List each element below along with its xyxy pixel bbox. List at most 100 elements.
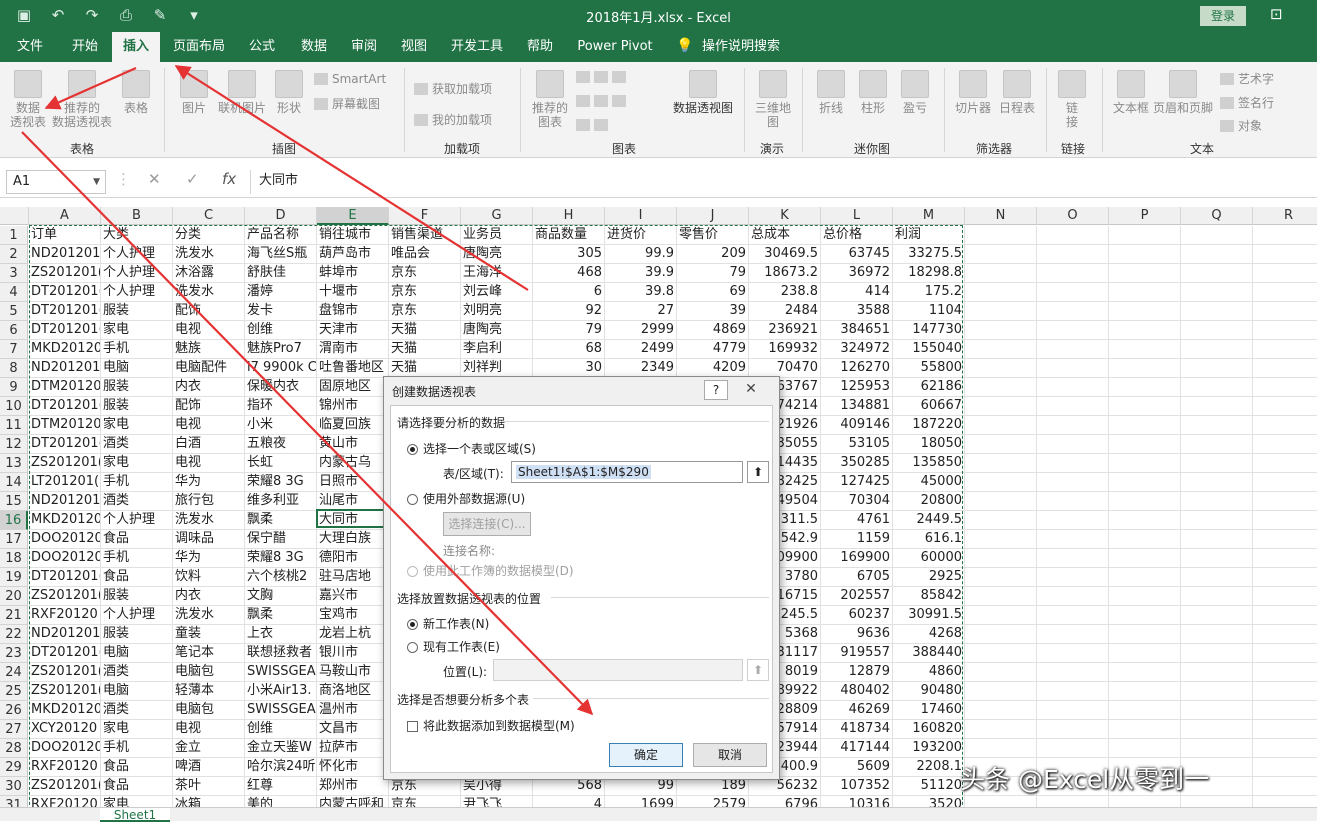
cell[interactable]: 2925 <box>893 568 965 587</box>
cell[interactable]: 电脑 <box>101 644 173 663</box>
cell[interactable]: 127425 <box>821 473 893 492</box>
cell[interactable]: 6705 <box>821 568 893 587</box>
cell[interactable] <box>1253 663 1317 682</box>
cell[interactable] <box>1109 644 1181 663</box>
cell[interactable] <box>1109 435 1181 454</box>
column-header-r[interactable]: R <box>1253 207 1317 225</box>
cell[interactable] <box>965 549 1037 568</box>
cell[interactable]: 海飞丝S瓶 <box>245 245 317 264</box>
range-collapse-button[interactable]: ⬆ <box>747 461 769 483</box>
cell[interactable]: 马鞍山市 <box>317 663 389 682</box>
cell[interactable]: 6 <box>533 283 605 302</box>
cell[interactable] <box>1253 739 1317 758</box>
cell[interactable] <box>965 340 1037 359</box>
cell[interactable]: 468 <box>533 264 605 283</box>
tell-me-search[interactable]: 操作说明搜索 <box>696 32 786 62</box>
cell[interactable]: 30469.5 <box>749 245 821 264</box>
cell[interactable]: 60667 <box>893 397 965 416</box>
cell[interactable] <box>1109 359 1181 378</box>
cell[interactable] <box>1037 416 1109 435</box>
cell[interactable]: 食品 <box>101 568 173 587</box>
cancel-entry-icon[interactable]: ✕ <box>148 170 161 188</box>
cell[interactable]: 临夏回族 <box>317 416 389 435</box>
row-header[interactable]: 3 <box>0 264 28 283</box>
column-header-q[interactable]: Q <box>1181 207 1253 225</box>
cell[interactable]: 5609 <box>821 758 893 777</box>
cell[interactable]: 125953 <box>821 378 893 397</box>
cell[interactable]: RXF20120 <box>29 758 101 777</box>
cell[interactable]: 大同市 <box>317 511 389 530</box>
column-header-g[interactable]: G <box>461 207 533 225</box>
cell[interactable]: ZS201201( <box>29 777 101 796</box>
cell[interactable] <box>1037 530 1109 549</box>
cell[interactable] <box>1109 720 1181 739</box>
picture-button[interactable]: 图片 <box>176 70 212 115</box>
cell[interactable] <box>1181 245 1253 264</box>
cell[interactable]: 服装 <box>101 625 173 644</box>
cell[interactable] <box>965 416 1037 435</box>
cell[interactable]: 个人护理 <box>101 283 173 302</box>
3d-map-button[interactable]: 三维地 图 <box>752 70 794 129</box>
cell[interactable] <box>965 739 1037 758</box>
cell[interactable]: 拉萨市 <box>317 739 389 758</box>
cell[interactable]: 德阳市 <box>317 549 389 568</box>
cell[interactable]: 服装 <box>101 587 173 606</box>
cell[interactable]: 订单 <box>29 226 101 245</box>
smartart-button[interactable]: SmartArt <box>314 72 386 86</box>
insert-function-icon[interactable]: fx <box>222 170 236 188</box>
cell[interactable]: 葫芦岛市 <box>317 245 389 264</box>
cell[interactable] <box>1181 283 1253 302</box>
cell[interactable]: DT201201( <box>29 435 101 454</box>
object-button[interactable]: 对象 <box>1220 117 1262 134</box>
row-header[interactable]: 5 <box>0 302 28 321</box>
cell[interactable]: DTM20120 <box>29 416 101 435</box>
cell[interactable]: i7 9900k C <box>245 359 317 378</box>
cell[interactable]: 唯品会 <box>389 245 461 264</box>
cell[interactable] <box>965 530 1037 549</box>
column-header-h[interactable]: H <box>533 207 605 225</box>
cell[interactable]: 吐鲁番地区 <box>317 359 389 378</box>
cell[interactable]: 宝鸡市 <box>317 606 389 625</box>
column-header-p[interactable]: P <box>1109 207 1181 225</box>
cell[interactable] <box>1037 397 1109 416</box>
cell[interactable]: 2449.5 <box>893 511 965 530</box>
cell[interactable] <box>1109 340 1181 359</box>
cell[interactable] <box>1109 397 1181 416</box>
pivot-chart-button[interactable]: 数据透视图 <box>672 70 734 115</box>
cell[interactable]: 160820 <box>893 720 965 739</box>
cell[interactable]: 39.8 <box>605 283 677 302</box>
cell[interactable] <box>965 606 1037 625</box>
cell[interactable]: 个人护理 <box>101 606 173 625</box>
cell[interactable]: 4761 <box>821 511 893 530</box>
cell[interactable]: 配饰 <box>173 397 245 416</box>
cell[interactable]: 电视 <box>173 416 245 435</box>
cell[interactable] <box>1181 701 1253 720</box>
tab-file[interactable]: 文件 <box>8 32 52 62</box>
cell[interactable] <box>965 587 1037 606</box>
row-header[interactable]: 15 <box>0 492 28 511</box>
cell[interactable]: 4779 <box>677 340 749 359</box>
cell[interactable]: 进货价 <box>605 226 677 245</box>
cell[interactable] <box>1253 416 1317 435</box>
cell[interactable] <box>1253 606 1317 625</box>
cell[interactable]: DT201201( <box>29 321 101 340</box>
cell[interactable] <box>1037 454 1109 473</box>
cell[interactable]: 169932 <box>749 340 821 359</box>
cell[interactable] <box>1181 720 1253 739</box>
cell[interactable]: 酒类 <box>101 492 173 511</box>
cell[interactable]: 62186 <box>893 378 965 397</box>
cell[interactable]: 酒类 <box>101 701 173 720</box>
cell[interactable]: 天猫 <box>389 340 461 359</box>
cell[interactable]: 90480 <box>893 682 965 701</box>
cell[interactable] <box>1253 720 1317 739</box>
cell[interactable] <box>1181 644 1253 663</box>
column-header-a[interactable]: A <box>29 207 101 225</box>
cell[interactable]: 1159 <box>821 530 893 549</box>
cell[interactable]: 134881 <box>821 397 893 416</box>
cell[interactable]: 4860 <box>893 663 965 682</box>
cell[interactable]: DT201201( <box>29 644 101 663</box>
cell[interactable] <box>1037 720 1109 739</box>
cell[interactable]: 服装 <box>101 302 173 321</box>
cell[interactable] <box>1037 511 1109 530</box>
add-to-data-model-checkbox[interactable]: 将此数据添加到数据模型(M) <box>407 717 575 734</box>
